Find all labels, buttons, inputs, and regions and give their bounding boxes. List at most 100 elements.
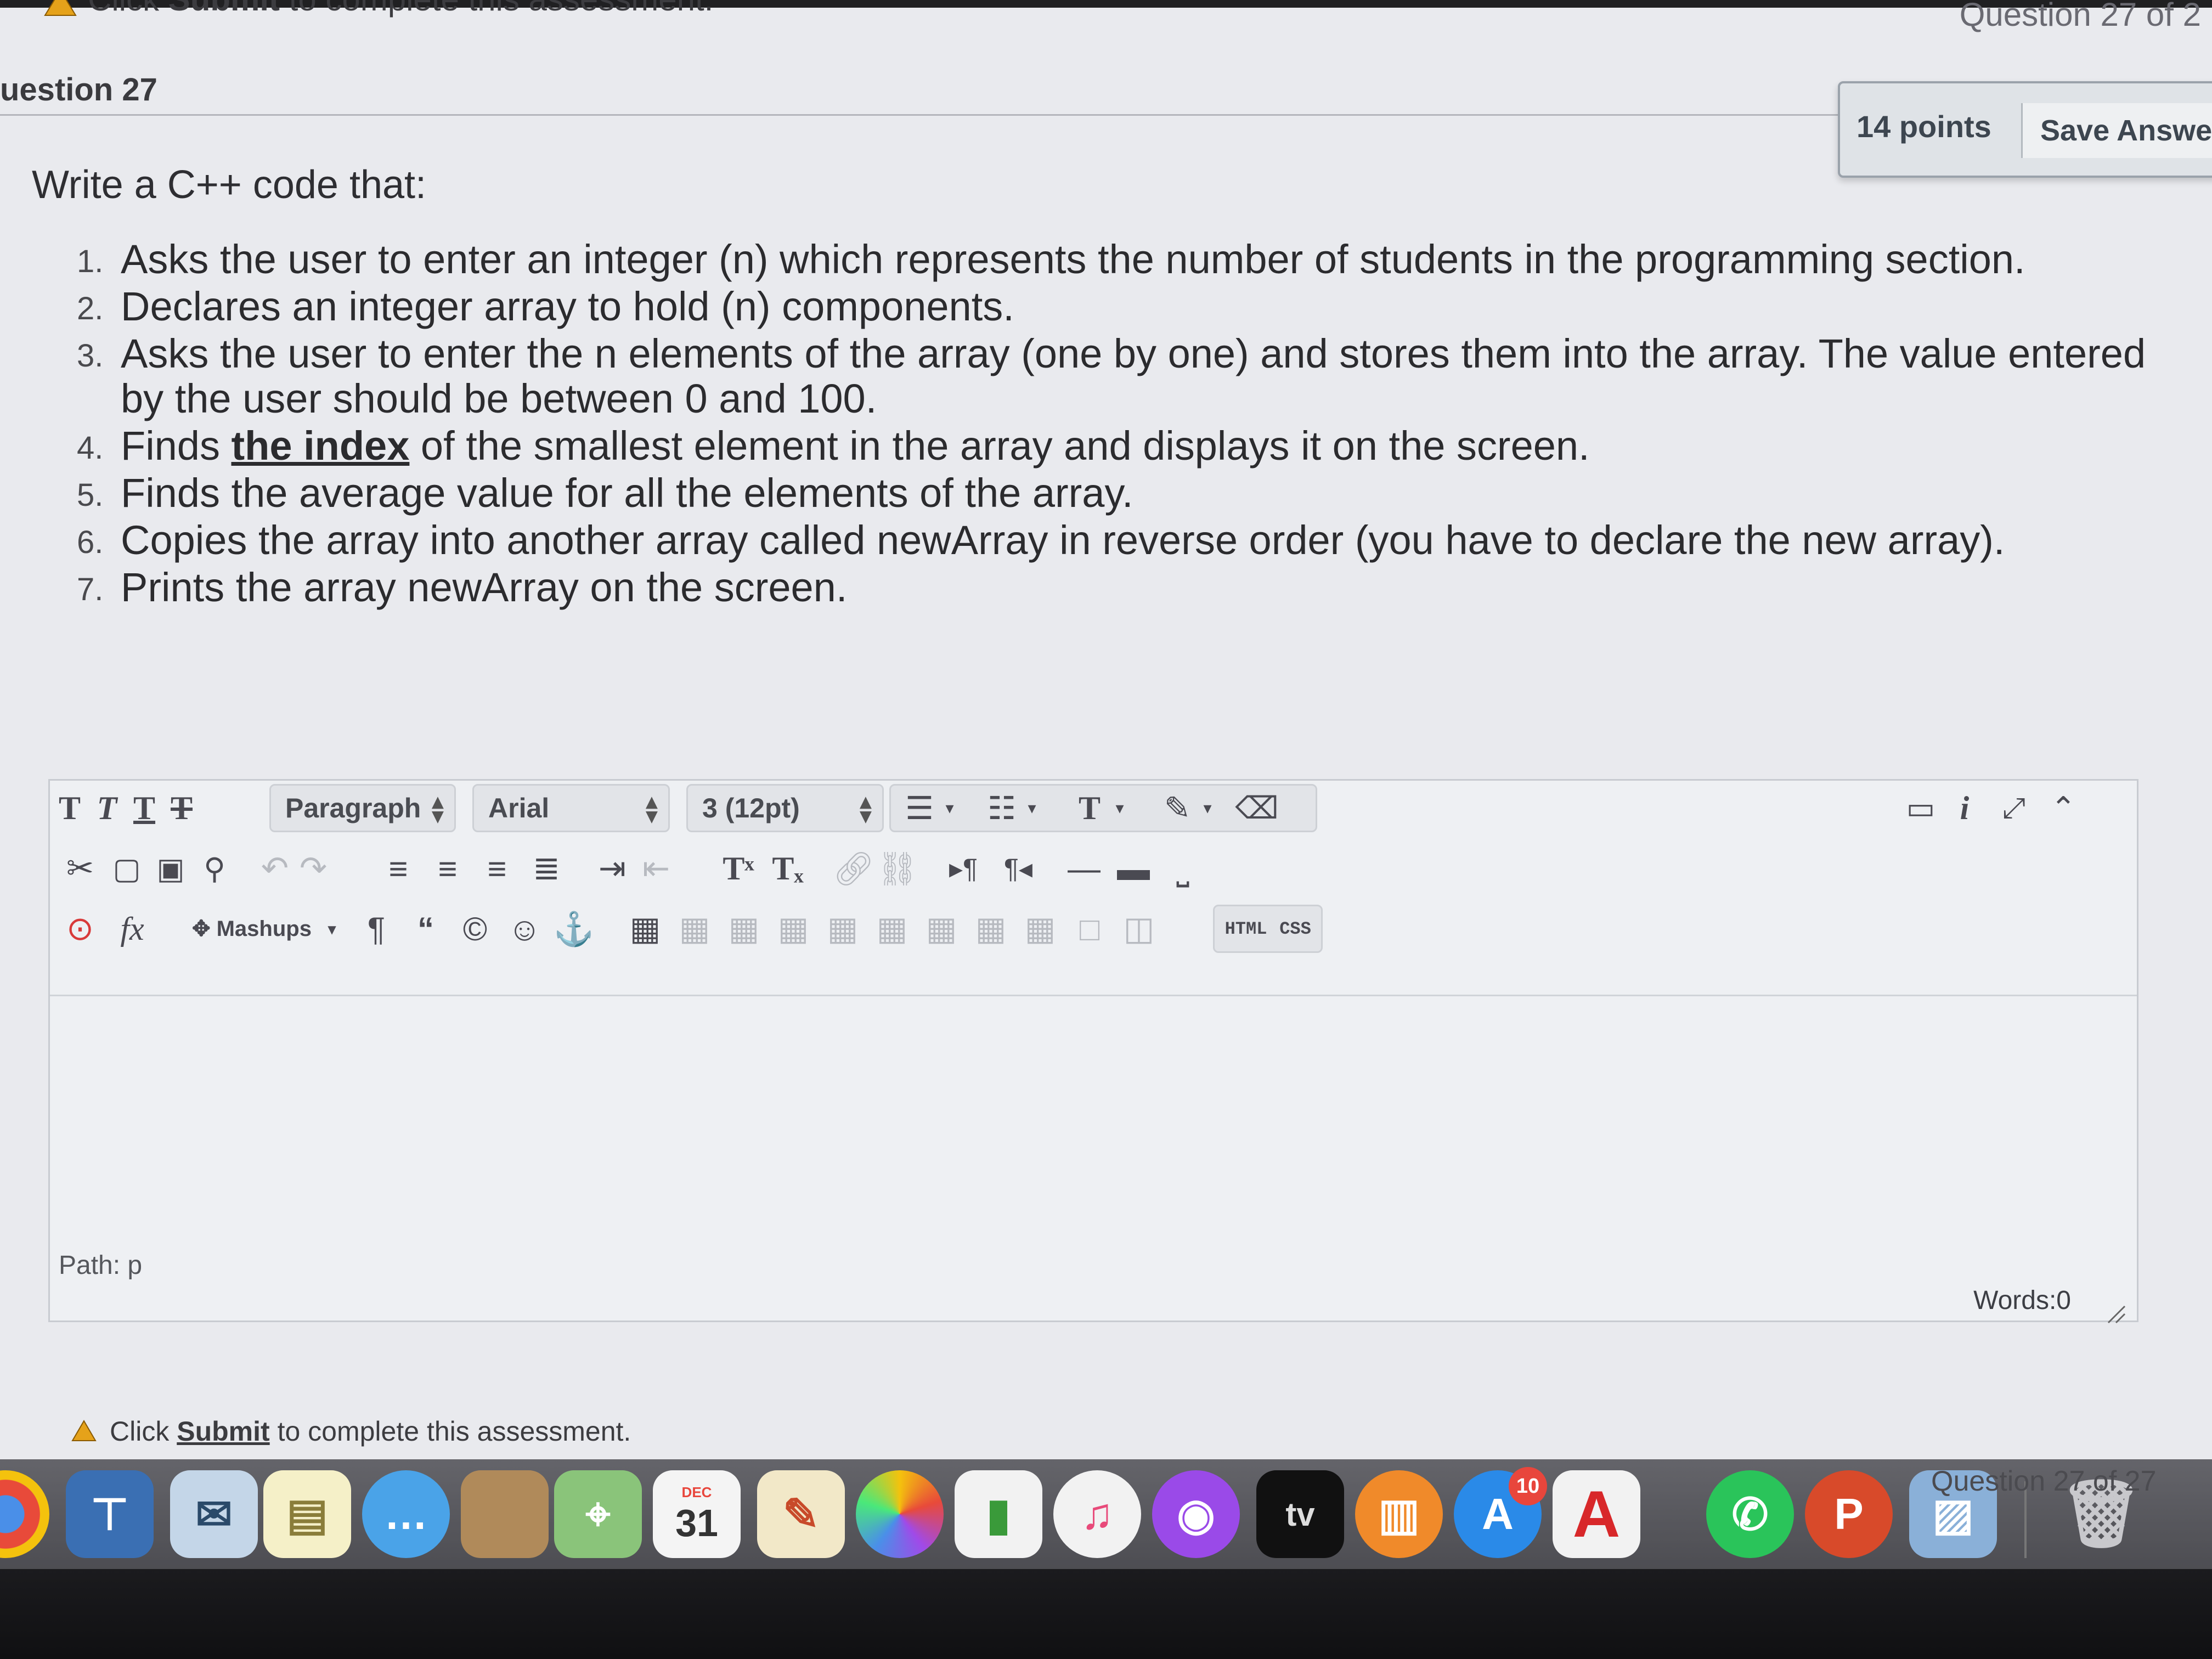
chevron-down-icon[interactable]: ▾ [939,781,961,836]
record-icon[interactable]: ⊙ [61,901,99,956]
table-row-below-icon[interactable]: ▦ [725,901,763,956]
chevron-down-icon[interactable]: ▾ [1021,781,1043,836]
ltr-paragraph-icon[interactable]: ▸¶ [944,841,983,896]
table-split-icon[interactable]: □ [1070,901,1109,956]
notice-submit-link[interactable]: Submit [168,0,280,18]
font-family-select[interactable]: Arial ▴ ▾ [472,784,670,832]
whatsapp-app-icon[interactable]: ✆ [1706,1470,1794,1558]
mashups-icon: ✥ [191,917,217,941]
mashups-menu[interactable]: ✥ Mashups ▾ [176,901,352,956]
css-view-button[interactable]: CSS [1273,901,1317,956]
blockquote-icon[interactable]: “ [407,901,445,956]
chevron-down-icon[interactable]: ▾ [1109,781,1131,836]
info-icon[interactable]: i [1948,781,1981,836]
paste-icon[interactable]: ▣ [154,841,187,896]
save-answer-button[interactable]: Save Answer [2021,103,2212,158]
italic-icon[interactable]: T [91,781,123,836]
cut-icon[interactable]: ✂ [61,841,99,896]
bullet-list-icon[interactable]: ☰ [900,781,939,836]
list-number: 7. [77,572,104,607]
list-text: Finds the average value for all the elem… [121,470,1133,516]
table-row-above-icon[interactable]: ▦ [675,901,714,956]
copyright-icon[interactable]: © [456,901,494,956]
powerpoint-app-icon[interactable]: P [1805,1470,1893,1558]
pilcrow-icon[interactable]: ¶ [357,901,396,956]
horizontal-rule-icon[interactable]: — [1065,841,1103,896]
toolbar-row-1: T T T T Paragraph ▴ ▾ Arial ▴ ▾ 3 (12pt) ▴… [50,781,2137,841]
notice-suffix: to complete this assessment. [277,1416,631,1447]
appletv-app-icon[interactable]: tv [1256,1470,1344,1558]
editor-text-area[interactable] [50,995,2137,1282]
redo-icon[interactable]: ↷ [297,841,330,896]
table-col-left-icon[interactable]: ▦ [823,901,862,956]
eraser-icon[interactable]: ⌫ [1235,781,1279,836]
text-color-icon[interactable]: T [1070,781,1109,836]
numbers-app-icon[interactable]: ▮ [955,1470,1042,1558]
tv-label: tv [1285,1496,1315,1533]
preview-icon[interactable]: ▭ [1899,781,1943,836]
question-title: uestion 27 [0,72,157,108]
notice-prefix: Click [88,0,159,18]
list-number: 4. [77,430,104,466]
table-cell-props-icon[interactable]: ▦ [972,901,1010,956]
paragraph-format-select[interactable]: Paragraph ▴ ▾ [269,784,456,832]
copy-icon[interactable]: ▢ [110,841,143,896]
contacts-app-icon[interactable] [461,1470,549,1558]
list-item: 6. Copies the array into another array c… [77,518,2162,563]
photos-app-icon[interactable] [856,1470,944,1558]
messages-app-icon[interactable]: … [362,1470,450,1558]
list-item: 4. Finds the index of the smallest eleme… [77,424,2162,469]
emoji-icon[interactable]: ☺ [505,901,544,956]
strikethrough-icon[interactable]: T [165,781,198,836]
align-left-icon[interactable]: ≡ [379,841,417,896]
appstore-app-icon[interactable]: A 10 [1454,1467,1547,1558]
list-text: Copies the array into another array call… [121,517,2005,563]
music-app-icon[interactable]: ♫ [1053,1470,1141,1558]
formula-icon[interactable]: fx [110,901,154,956]
unlink-icon[interactable]: ⛓ [877,841,918,896]
fullscreen-icon[interactable]: ⤢ [1992,781,2036,836]
chevron-down-icon[interactable]: ▾ [1197,781,1218,836]
notes-app-icon[interactable]: ▤ [263,1470,351,1558]
table-delete-row-icon[interactable]: ▦ [774,901,812,956]
pages-app-icon[interactable]: ✎ [757,1470,845,1558]
align-justify-icon[interactable]: ≣ [527,841,566,896]
notice-submit-link[interactable]: Submit [177,1416,269,1447]
table-col-right-icon[interactable]: ▦ [873,901,911,956]
books-app-icon[interactable]: ▥ [1355,1470,1443,1558]
nonbreaking-space-icon[interactable]: ⎵ [1164,841,1202,896]
maps-app-icon[interactable]: ⌖ [554,1470,642,1558]
collapse-toolbar-icon[interactable]: ⌃ [2041,781,2085,836]
rtl-paragraph-icon[interactable]: ¶◂ [999,841,1037,896]
acrobat-app-icon[interactable]: A [1553,1470,1640,1558]
font-size-select[interactable]: 3 (12pt) ▴ ▾ [686,784,884,832]
calendar-day: 31 [675,1501,718,1544]
table-delete-col-icon[interactable]: ▦ [922,901,961,956]
indent-icon[interactable]: ⇥ [593,841,631,896]
resize-handle-icon[interactable] [2104,1302,2126,1324]
bold-icon[interactable]: T [53,781,86,836]
calendar-app-icon[interactable]: DEC 31 [653,1470,741,1558]
layer-icon[interactable]: ◫ [1120,901,1158,956]
align-center-icon[interactable]: ≡ [428,841,467,896]
list-item: 7. Prints the array newArray on the scre… [77,565,2162,610]
podcasts-app-icon[interactable]: ◉ [1152,1470,1240,1558]
table-merge-icon[interactable]: ▦ [1021,901,1059,956]
powerpoint-letter: P [1834,1489,1864,1538]
align-right-icon[interactable]: ≡ [478,841,516,896]
table-icon[interactable]: ▦ [626,901,664,956]
numbered-list-icon[interactable]: ☷ [983,781,1021,836]
highlight-pen-icon[interactable]: ✎ [1158,781,1197,836]
subscript-icon[interactable]: Tₓ [769,841,807,896]
thick-rule-icon[interactable]: ▬ [1114,841,1153,896]
find-icon[interactable]: ⚲ [198,841,231,896]
link-icon[interactable]: 🔗︎ [833,841,874,896]
mail-app-icon[interactable]: ✉ [170,1470,258,1558]
html-view-button[interactable]: HTML [1218,901,1273,956]
anchor-icon[interactable]: ⚓ [554,901,595,956]
undo-icon[interactable]: ↶ [258,841,291,896]
outdent-icon[interactable]: ⇤ [637,841,675,896]
keynote-app-icon[interactable]: ⊤ [66,1470,154,1558]
superscript-icon[interactable]: Tˣ [719,841,758,896]
underline-icon[interactable]: T [128,781,161,836]
